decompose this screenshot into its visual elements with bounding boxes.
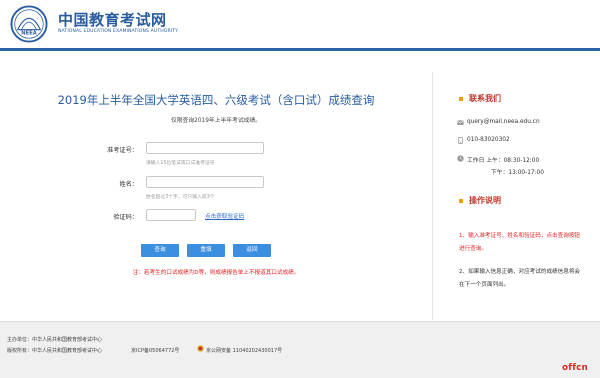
query-button[interactable]: 查询 xyxy=(141,244,179,257)
vertical-divider xyxy=(432,72,433,320)
ticket-label: 准考证号： xyxy=(107,147,138,154)
page-title: 2019年上半年全国大学英语四、六级考试（含口试）成绩查询 xyxy=(57,93,375,107)
offcn-watermark: offcn xyxy=(562,363,588,373)
footer-copyright: 版权所有：中华人民共和国教育部考试中心 xyxy=(7,348,103,354)
guide-marker-icon xyxy=(459,199,463,203)
svg-text:NEEA: NEEA xyxy=(21,30,37,36)
page-subtitle: 仅限查询2019年上半年考试成绩。 xyxy=(170,118,262,124)
ticket-hint: 请输入15位笔试或口试准考证号 xyxy=(146,161,215,166)
guide-step-1: 1、输入准考证号、姓名和验证码，点击查询按钮进行查询。 xyxy=(459,233,581,252)
ticket-number-input[interactable] xyxy=(146,142,264,154)
clock-icon xyxy=(457,155,464,162)
name-hint: 姓名超过3个字，可只输入前3个 xyxy=(146,195,215,200)
mail-icon xyxy=(457,120,464,125)
footer-host: 主办单位：中华人民共和国教育部考试中心 xyxy=(7,337,103,343)
site-footer: 主办单位：中华人民共和国教育部考试中心 版权所有：中华人民共和国教育部考试中心 … xyxy=(0,321,600,378)
phone-icon xyxy=(458,137,463,144)
neea-emblem-icon[interactable]: NEEA xyxy=(10,5,48,43)
contact-title: 联系我们 xyxy=(469,94,501,103)
captcha-input[interactable] xyxy=(146,209,196,221)
notice-text: 注：若考生的口试成绩为D等，则成绩报告单上不报道其口试成绩。 xyxy=(132,270,300,276)
footer-icp[interactable]: 京ICP备05064772号 xyxy=(131,347,179,354)
captcha-label: 验证码： xyxy=(113,214,138,221)
contact-marker-icon xyxy=(459,97,463,101)
footer-police[interactable]: 京公网安备 11040202430017号 xyxy=(206,347,282,354)
police-badge-icon xyxy=(197,345,204,352)
guide-step-2: 2、如果输入信息正确，对应考试的成绩信息将会在下一个页面列出。 xyxy=(459,269,581,288)
site-logo-subtitle: NATIONAL EDUCATION EXAMINATIONS AUTHORIT… xyxy=(58,29,179,34)
contact-email[interactable]: query@mail.neea.edu.cn xyxy=(467,119,540,125)
work-hours-pm: 下午：13:00-17:00 xyxy=(491,170,544,176)
name-input[interactable] xyxy=(146,176,264,188)
name-label: 姓名： xyxy=(119,181,138,188)
contact-phone: 010-83020302 xyxy=(467,137,510,143)
guide-title: 操作说明 xyxy=(469,196,501,205)
reset-button[interactable]: 重填 xyxy=(187,244,225,257)
back-button[interactable]: 返回 xyxy=(233,244,271,257)
get-captcha-link[interactable]: 点击获取验证码 xyxy=(205,212,244,220)
site-logo-title[interactable]: 中国教育考试网 xyxy=(58,9,167,30)
work-hours-am: 工作日 上午：08:30-12:00 xyxy=(467,158,540,164)
site-header: NEEA 中国教育考试网 NATIONAL EDUCATION EXAMINAT… xyxy=(0,0,600,48)
